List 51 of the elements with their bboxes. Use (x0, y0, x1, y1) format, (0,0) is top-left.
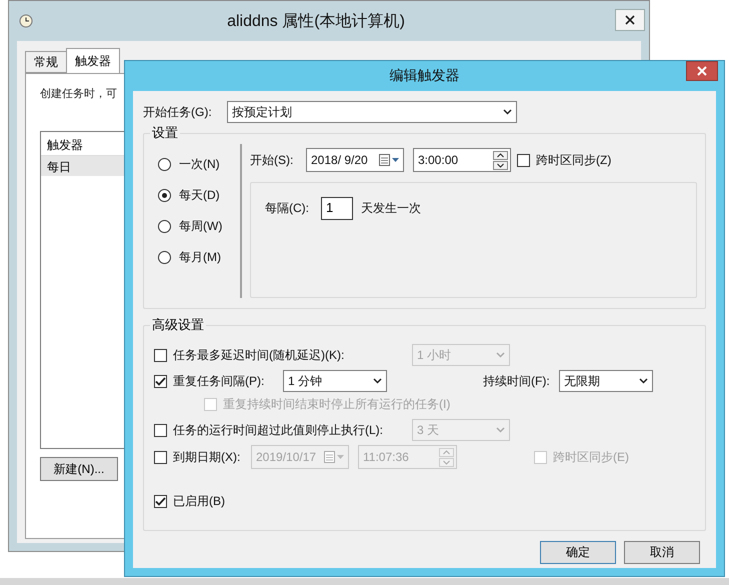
chevron-down-icon (496, 427, 505, 433)
start-task-label: 开始任务(G): (143, 104, 213, 120)
checkbox[interactable] (517, 154, 530, 166)
close-button[interactable] (686, 61, 718, 81)
radio-label: 每周(W) (179, 218, 222, 235)
date-picker[interactable]: 2018/ 9/20 (306, 148, 404, 172)
calendar-icon[interactable] (379, 154, 401, 166)
duration-label: 持续时间(F): (483, 372, 551, 390)
recur-label: 每隔(C): (265, 200, 310, 217)
radio-label: 每天(D) (179, 187, 220, 204)
checkbox[interactable] (154, 374, 167, 388)
checkbox-label: 任务的运行时间超过此值则停止执行(L): (173, 422, 384, 438)
interval-field[interactable]: 1 (321, 197, 353, 220)
new-button[interactable]: 新建(N)... (40, 457, 118, 481)
dialog-title: 编辑触发器 (390, 67, 460, 85)
recur-suffix: 天发生一次 (361, 200, 421, 217)
checkbox-label: 跨时区同步(E) (553, 448, 629, 466)
radio-label: 一次(N) (179, 156, 220, 173)
checkbox-label: 已启用(B) (173, 493, 225, 510)
checkbox-label: 跨时区同步(Z) (536, 152, 612, 168)
window-title: aliddns 属性(本地计算机) (226, 12, 406, 32)
tab[interactable]: 触发器 (66, 48, 120, 73)
duration-dropdown[interactable]: 无限期 (559, 370, 653, 392)
close-icon (625, 15, 635, 25)
tab[interactable]: 常规 (25, 51, 67, 73)
clock-icon (19, 14, 33, 28)
radio-button[interactable] (158, 220, 171, 233)
repeat-interval-dropdown[interactable]: 1 分钟 (283, 370, 387, 392)
cancel-button[interactable]: 取消 (624, 541, 700, 564)
time-field[interactable]: 3:00:00 (413, 148, 511, 172)
chevron-down-icon (496, 352, 505, 358)
group-title: 高级设置 (150, 316, 206, 334)
radio-label: 每月(M) (179, 249, 221, 266)
chevron-down-icon (503, 109, 512, 115)
radio-button[interactable] (158, 158, 171, 171)
checkbox-label: 到期日期(X): (173, 448, 242, 466)
checkbox-label: 重复任务间隔(P): (173, 372, 266, 390)
start-task-dropdown[interactable]: 按预定计划 (227, 101, 517, 123)
description-text: 创建任务时，可 (40, 87, 117, 101)
ok-button[interactable]: 确定 (540, 541, 616, 564)
checkbox-label: 任务最多延迟时间(随机延迟)(K): (173, 346, 346, 364)
chevron-down-icon (373, 378, 382, 384)
radio-button[interactable] (158, 251, 171, 264)
checkbox-label: 重复持续时间结束时停止所有运行的任务(I) (223, 396, 450, 413)
checkbox[interactable] (154, 495, 167, 508)
spin-down-icon[interactable] (493, 160, 508, 170)
close-icon (697, 66, 707, 76)
close-button[interactable] (615, 9, 645, 31)
chevron-down-icon (639, 378, 648, 384)
radio-button[interactable] (158, 189, 171, 202)
spin-up-icon[interactable] (493, 150, 508, 160)
